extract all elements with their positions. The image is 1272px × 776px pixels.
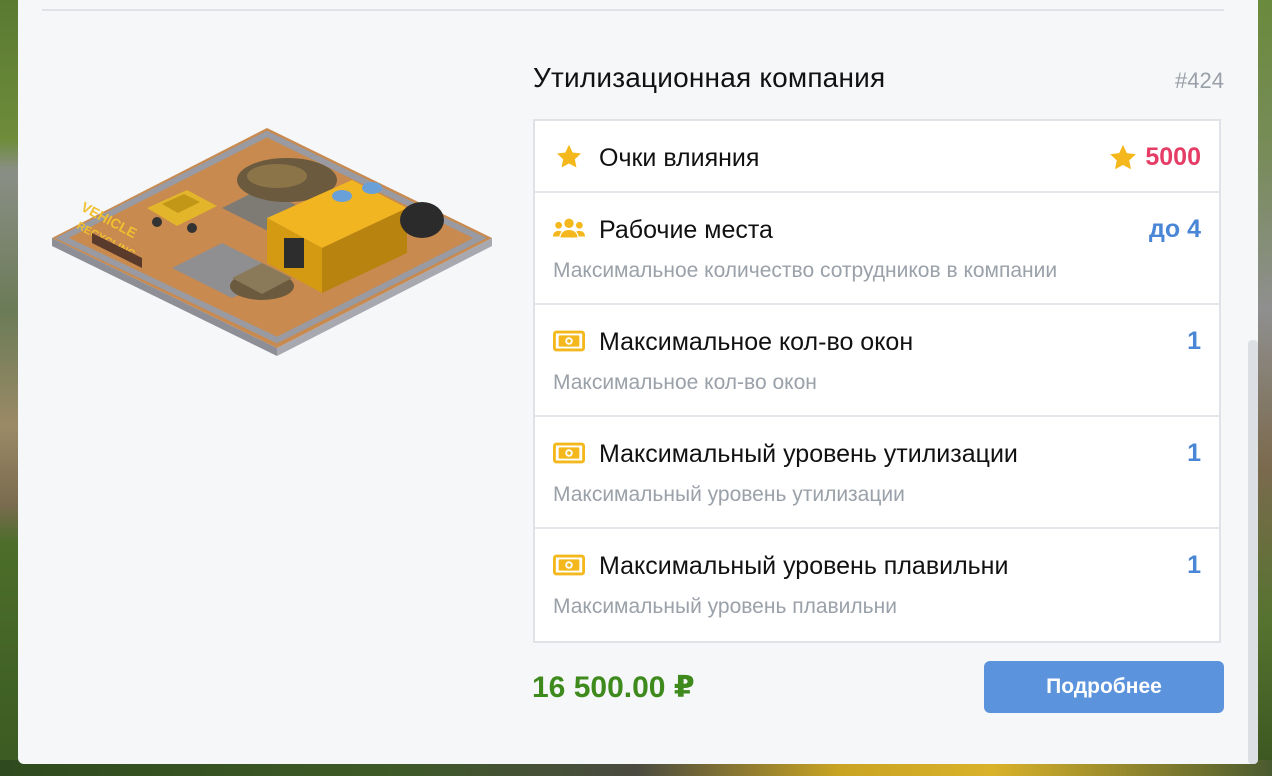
banknote-icon [553, 439, 585, 467]
stat-value: 1 [1187, 327, 1201, 355]
stat-label: Очки влияния [599, 144, 760, 172]
stat-row-influence-points: Очки влияния 5000 [535, 121, 1219, 193]
game-background-left [0, 0, 18, 776]
company-title: Утилизационная компания [533, 62, 886, 93]
details-button[interactable]: Подробнее [984, 661, 1224, 713]
star-icon [553, 143, 585, 171]
company-id: #424 [1175, 68, 1224, 93]
stat-row-max-recycling-level: Максимальный уровень утилизации 1 Максим… [535, 417, 1219, 529]
company-modal: VEHICLE RECYCLING Утилизационная компани… [18, 0, 1258, 764]
company-price: 16 500.00 ₽ [532, 671, 695, 704]
stat-row-max-windows: Максимальное кол-во окон 1 Максимальное … [535, 305, 1219, 417]
stat-label: Максимальное кол-во окон [599, 328, 914, 356]
stat-label: Максимальный уровень утилизации [599, 440, 1018, 468]
stat-value: 5000 [1145, 143, 1201, 171]
banknote-icon [553, 327, 585, 355]
stat-label: Рабочие места [599, 216, 773, 244]
stat-description: Максимальный уровень утилизации [553, 483, 905, 506]
scrollbar[interactable] [1248, 340, 1258, 764]
stat-value: до 4 [1149, 215, 1201, 243]
top-divider [42, 9, 1224, 11]
company-building-image: VEHICLE RECYCLING [52, 118, 492, 358]
stats-card: Очки влияния 5000 Рабочие места до 4 Мак [533, 119, 1221, 643]
stat-description: Максимальное кол-во окон [553, 371, 817, 394]
stat-value: 1 [1187, 551, 1201, 579]
banknote-icon [553, 551, 585, 579]
star-icon [1107, 143, 1139, 173]
users-icon [553, 215, 585, 243]
game-background-right [1258, 0, 1272, 776]
stat-label: Максимальный уровень плавильни [599, 552, 1009, 580]
stat-description: Максимальное количество сотрудников в ко… [553, 259, 1058, 282]
stat-row-max-smelter-level: Максимальный уровень плавильни 1 Максима… [535, 529, 1219, 641]
stat-description: Максимальный уровень плавильни [553, 595, 897, 618]
stat-value: 1 [1187, 439, 1201, 467]
stat-row-workplaces: Рабочие места до 4 Максимальное количест… [535, 193, 1219, 305]
